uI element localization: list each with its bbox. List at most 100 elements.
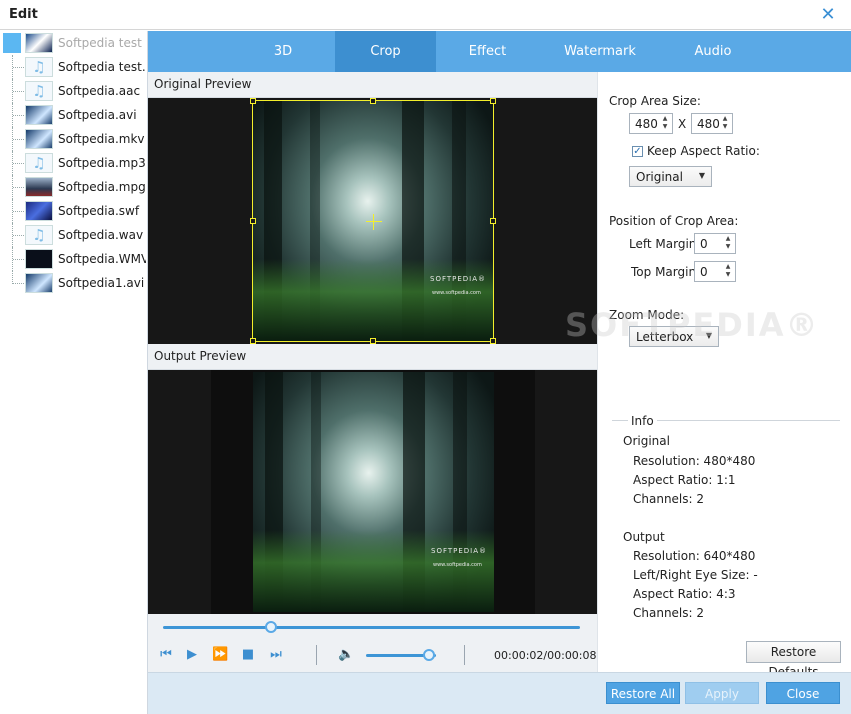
file-item[interactable]: Softpedia.mkv [0,127,147,151]
crop-handle[interactable] [370,98,376,104]
crop-height-input[interactable]: 480 ▲ ▼ [691,113,733,134]
info-output-resolution: Resolution: 640*480 [633,549,756,563]
output-preview-header: Output Preview [148,344,597,370]
file-name: Softpedia.swf [58,204,140,218]
file-item[interactable]: Softpedia.avi [0,103,147,127]
seek-slider[interactable] [163,626,580,629]
video-thumbnail [25,105,53,125]
file-name: Softpedia.aac [58,84,141,98]
file-name: Softpedia.mp3 [58,156,146,170]
aspect-ratio-dropdown[interactable]: Original ▼ [629,166,712,187]
tab-audio[interactable]: Audio [661,31,765,72]
file-item[interactable]: Softpedia test ... [0,31,147,55]
crop-width-input[interactable]: 480 ▲ ▼ [629,113,673,134]
apply-button[interactable]: Apply [685,682,759,704]
spin-arrows-icon[interactable]: ▲ ▼ [723,263,733,280]
file-name: Softpedia.mpg [58,180,146,194]
forest-grass [253,530,494,612]
file-item[interactable]: ♫ Softpedia.mp3 [0,151,147,175]
crop-height-value: 480 [697,117,720,131]
volume-icon[interactable]: 🔈 [338,647,354,663]
title-bar: Edit ✕ [0,0,851,30]
crop-frame[interactable] [250,98,496,344]
file-item[interactable]: ♫ Softpedia.aac [0,79,147,103]
keep-aspect-label: Keep Aspect Ratio: [647,144,760,158]
crop-handle[interactable] [250,218,256,224]
video-thumbnail [25,249,53,269]
file-item[interactable]: Softpedia.mpg [0,175,147,199]
spin-arrows-icon[interactable]: ▲ ▼ [723,235,733,252]
output-preview: SOFTPEDIA® www.softpedia.com [148,370,597,614]
separator [464,645,465,665]
seek-knob[interactable] [265,621,278,633]
file-item[interactable]: ♫ Softpedia.wav [0,223,147,247]
tab-3d[interactable]: 3D [231,31,335,72]
scene-logo: SOFTPEDIA® [431,547,488,555]
crop-width-value: 480 [635,117,658,131]
skip-back-icon[interactable]: ⏮ [158,647,174,663]
info-output-aspect: Aspect Ratio: 4:3 [633,587,736,601]
tree-connector [12,199,24,223]
file-item[interactable]: Softpedia.swf [0,199,147,223]
keep-aspect-checkbox[interactable]: ✓ [632,146,643,157]
file-name: Softpedia1.avi [58,276,145,290]
tree-connector [12,79,24,103]
window-title: Edit [9,7,38,22]
spin-arrows-icon[interactable]: ▲ ▼ [660,115,670,132]
aspect-ratio-value: Original [636,170,683,184]
tree-connector [12,103,24,127]
top-margin-input[interactable]: 0 ▲ ▼ [694,261,736,282]
original-preview: SOFTPEDIA® www.softpedia.com [148,98,597,344]
file-item[interactable]: Softpedia1.avi [0,271,147,295]
video-thumbnail [25,273,53,293]
tab-crop[interactable]: Crop [335,31,436,72]
restore-defaults-button[interactable]: Restore Defaults [746,641,841,679]
play-icon[interactable]: ▶ [184,647,200,663]
crop-area-size-label: Crop Area Size: [609,94,701,108]
restore-all-button[interactable]: Restore All [606,682,680,704]
video-thumbnail [25,33,53,53]
close-button[interactable]: Close [766,682,840,704]
tree-connector [12,151,24,175]
playback-controls: ⏮ ▶ ⏩ ■ ⏭ 🔈 00:00:02/00:00:08 [148,614,597,672]
separator [316,645,317,665]
tree-connector [12,175,24,199]
scene-url: www.softpedia.com [433,562,482,568]
info-original-aspect: Aspect Ratio: 1:1 [633,473,736,487]
crop-settings-panel: Crop Area Size: 480 ▲ ▼ X 480 ▲ ▼ ✓ Keep A… [597,72,851,679]
info-title: Info [628,414,657,428]
file-name: Softpedia.mkv [58,132,145,146]
crop-handle[interactable] [490,218,496,224]
file-item[interactable]: ♫ Softpedia test... [0,55,147,79]
tab-effect[interactable]: Effect [436,31,539,72]
watermark-logo: SOFTPEDIA® [565,306,820,344]
skip-forward-icon[interactable]: ⏭ [268,647,284,663]
stop-icon[interactable]: ■ [240,647,256,663]
top-margin-label: Top Margin: [631,265,701,279]
info-output-label: Output [623,530,665,544]
tree-connector [12,223,24,247]
file-name: Softpedia.WMV [58,252,146,266]
info-original-channels: Channels: 2 [633,492,705,506]
spin-arrows-icon[interactable]: ▲ ▼ [720,115,730,132]
file-item[interactable]: Softpedia.WMV [0,247,147,271]
left-margin-value: 0 [700,237,708,251]
tab-watermark[interactable]: Watermark [539,31,661,72]
left-margin-input[interactable]: 0 ▲ ▼ [694,233,736,254]
crop-x-label: X [678,117,687,131]
crop-handle[interactable] [490,98,496,104]
footer-bar: Restore All Apply Close [148,672,851,714]
tree-connector [12,127,24,151]
file-name: Softpedia test ... [58,36,146,50]
timecode: 00:00:02/00:00:08 [494,649,597,662]
tree-connector [12,55,24,79]
music-note-icon: ♫ [25,81,53,101]
crosshair-icon[interactable] [366,214,382,230]
volume-knob[interactable] [423,649,435,661]
original-preview-label: Original Preview [154,77,252,91]
fast-forward-icon[interactable]: ⏩ [212,647,228,663]
close-icon[interactable]: ✕ [817,4,839,26]
video-thumbnail [25,129,53,149]
crop-handle[interactable] [250,98,256,104]
file-name: Softpedia test... [58,60,146,74]
